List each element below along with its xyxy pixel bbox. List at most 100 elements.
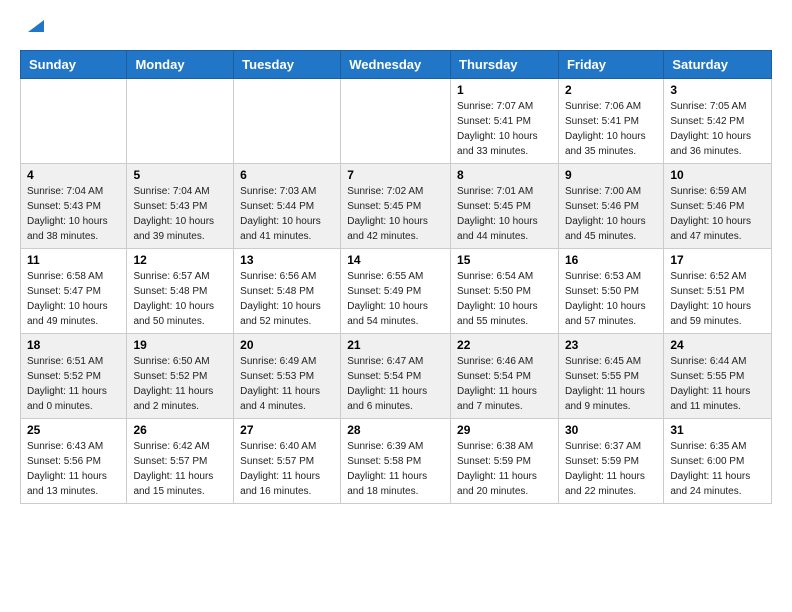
calendar-cell xyxy=(234,79,341,164)
calendar-cell: 30 Sunrise: 6:37 AMSunset: 5:59 PMDayligh… xyxy=(558,419,663,504)
day-info: Sunrise: 6:52 AMSunset: 5:51 PMDaylight:… xyxy=(670,269,765,329)
calendar-cell: 24 Sunrise: 6:44 AMSunset: 5:55 PMDayligh… xyxy=(664,334,772,419)
day-info: Sunrise: 7:03 AMSunset: 5:44 PMDaylight:… xyxy=(240,184,334,244)
logo xyxy=(20,16,50,40)
day-info: Sunrise: 7:01 AMSunset: 5:45 PMDaylight:… xyxy=(457,184,552,244)
day-number: 8 xyxy=(457,168,552,182)
weekday-header-sunday: Sunday xyxy=(21,51,127,79)
day-info: Sunrise: 6:47 AMSunset: 5:54 PMDaylight:… xyxy=(347,354,444,414)
calendar-cell: 11Sunrise: 6:58 AMSunset: 5:47 PMDayligh… xyxy=(21,249,127,334)
calendar-cell: 22 Sunrise: 6:46 AMSunset: 5:54 PMDayligh… xyxy=(451,334,559,419)
day-info: Sunrise: 6:56 AMSunset: 5:48 PMDaylight:… xyxy=(240,269,334,329)
day-info: Sunrise: 7:04 AMSunset: 5:43 PMDaylight:… xyxy=(27,184,120,244)
calendar-cell: 13 Sunrise: 6:56 AMSunset: 5:48 PMDayligh… xyxy=(234,249,341,334)
day-number: 24 xyxy=(670,338,765,352)
logo-area xyxy=(20,16,50,40)
day-number: 30 xyxy=(565,423,657,437)
page: SundayMondayTuesdayWednesdayThursdayFrid… xyxy=(0,0,792,520)
day-info: Sunrise: 6:44 AMSunset: 5:55 PMDaylight:… xyxy=(670,354,765,414)
day-number: 1 xyxy=(457,83,552,97)
calendar-cell: 15Sunrise: 6:54 AMSunset: 5:50 PMDayligh… xyxy=(451,249,559,334)
day-info: Sunrise: 6:35 AMSunset: 6:00 PMDaylight:… xyxy=(670,439,765,499)
calendar-cell: 17 Sunrise: 6:52 AMSunset: 5:51 PMDayligh… xyxy=(664,249,772,334)
calendar-cell: 8 Sunrise: 7:01 AMSunset: 5:45 PMDaylight… xyxy=(451,164,559,249)
day-info: Sunrise: 6:38 AMSunset: 5:59 PMDaylight:… xyxy=(457,439,552,499)
day-number: 19 xyxy=(133,338,227,352)
calendar-cell xyxy=(341,79,451,164)
weekday-header-thursday: Thursday xyxy=(451,51,559,79)
day-number: 11 xyxy=(27,253,120,267)
day-number: 26 xyxy=(133,423,227,437)
day-info: Sunrise: 6:55 AMSunset: 5:49 PMDaylight:… xyxy=(347,269,444,329)
day-info: Sunrise: 7:02 AMSunset: 5:45 PMDaylight:… xyxy=(347,184,444,244)
calendar-cell: 2 Sunrise: 7:06 AMSunset: 5:41 PMDaylight… xyxy=(558,79,663,164)
day-info: Sunrise: 7:06 AMSunset: 5:41 PMDaylight:… xyxy=(565,99,657,159)
day-number: 22 xyxy=(457,338,552,352)
day-number: 28 xyxy=(347,423,444,437)
calendar-week-row: 25Sunrise: 6:43 AMSunset: 5:56 PMDayligh… xyxy=(21,419,772,504)
day-info: Sunrise: 6:49 AMSunset: 5:53 PMDaylight:… xyxy=(240,354,334,414)
day-number: 9 xyxy=(565,168,657,182)
calendar-week-row: 18 Sunrise: 6:51 AMSunset: 5:52 PMDayligh… xyxy=(21,334,772,419)
calendar-cell: 12Sunrise: 6:57 AMSunset: 5:48 PMDayligh… xyxy=(127,249,234,334)
day-info: Sunrise: 6:59 AMSunset: 5:46 PMDaylight:… xyxy=(670,184,765,244)
calendar-week-row: 1Sunrise: 7:07 AMSunset: 5:41 PMDaylight… xyxy=(21,79,772,164)
weekday-header-saturday: Saturday xyxy=(664,51,772,79)
day-info: Sunrise: 7:05 AMSunset: 5:42 PMDaylight:… xyxy=(670,99,765,159)
calendar-cell: 27 Sunrise: 6:40 AMSunset: 5:57 PMDayligh… xyxy=(234,419,341,504)
day-info: Sunrise: 6:53 AMSunset: 5:50 PMDaylight:… xyxy=(565,269,657,329)
calendar-cell: 19Sunrise: 6:50 AMSunset: 5:52 PMDayligh… xyxy=(127,334,234,419)
day-number: 13 xyxy=(240,253,334,267)
day-number: 5 xyxy=(133,168,227,182)
weekday-header-tuesday: Tuesday xyxy=(234,51,341,79)
calendar-cell: 7 Sunrise: 7:02 AMSunset: 5:45 PMDaylight… xyxy=(341,164,451,249)
day-number: 2 xyxy=(565,83,657,97)
calendar-cell: 3 Sunrise: 7:05 AMSunset: 5:42 PMDaylight… xyxy=(664,79,772,164)
day-number: 7 xyxy=(347,168,444,182)
day-number: 17 xyxy=(670,253,765,267)
calendar-cell: 21 Sunrise: 6:47 AMSunset: 5:54 PMDayligh… xyxy=(341,334,451,419)
weekday-header-monday: Monday xyxy=(127,51,234,79)
calendar-cell: 14 Sunrise: 6:55 AMSunset: 5:49 PMDayligh… xyxy=(341,249,451,334)
day-number: 20 xyxy=(240,338,334,352)
day-number: 4 xyxy=(27,168,120,182)
calendar-week-row: 4 Sunrise: 7:04 AMSunset: 5:43 PMDaylight… xyxy=(21,164,772,249)
calendar-header-row: SundayMondayTuesdayWednesdayThursdayFrid… xyxy=(21,51,772,79)
day-number: 10 xyxy=(670,168,765,182)
calendar-cell: 5 Sunrise: 7:04 AMSunset: 5:43 PMDaylight… xyxy=(127,164,234,249)
day-number: 14 xyxy=(347,253,444,267)
calendar-cell: 1Sunrise: 7:07 AMSunset: 5:41 PMDaylight… xyxy=(451,79,559,164)
calendar-cell xyxy=(21,79,127,164)
weekday-header-friday: Friday xyxy=(558,51,663,79)
day-info: Sunrise: 6:45 AMSunset: 5:55 PMDaylight:… xyxy=(565,354,657,414)
day-number: 18 xyxy=(27,338,120,352)
day-info: Sunrise: 6:40 AMSunset: 5:57 PMDaylight:… xyxy=(240,439,334,499)
day-number: 29 xyxy=(457,423,552,437)
header xyxy=(20,16,772,40)
day-info: Sunrise: 6:57 AMSunset: 5:48 PMDaylight:… xyxy=(133,269,227,329)
calendar-cell: 23Sunrise: 6:45 AMSunset: 5:55 PMDayligh… xyxy=(558,334,663,419)
day-number: 3 xyxy=(670,83,765,97)
calendar-cell: 20 Sunrise: 6:49 AMSunset: 5:53 PMDayligh… xyxy=(234,334,341,419)
day-info: Sunrise: 6:42 AMSunset: 5:57 PMDaylight:… xyxy=(133,439,227,499)
day-number: 31 xyxy=(670,423,765,437)
day-info: Sunrise: 7:00 AMSunset: 5:46 PMDaylight:… xyxy=(565,184,657,244)
logo-icon xyxy=(22,10,50,38)
calendar-cell: 26 Sunrise: 6:42 AMSunset: 5:57 PMDayligh… xyxy=(127,419,234,504)
day-info: Sunrise: 6:51 AMSunset: 5:52 PMDaylight:… xyxy=(27,354,120,414)
calendar-cell xyxy=(127,79,234,164)
calendar-cell: 28Sunrise: 6:39 AMSunset: 5:58 PMDayligh… xyxy=(341,419,451,504)
calendar-cell: 6 Sunrise: 7:03 AMSunset: 5:44 PMDaylight… xyxy=(234,164,341,249)
calendar-week-row: 11Sunrise: 6:58 AMSunset: 5:47 PMDayligh… xyxy=(21,249,772,334)
calendar-cell: 4 Sunrise: 7:04 AMSunset: 5:43 PMDaylight… xyxy=(21,164,127,249)
day-info: Sunrise: 6:46 AMSunset: 5:54 PMDaylight:… xyxy=(457,354,552,414)
calendar-cell: 9 Sunrise: 7:00 AMSunset: 5:46 PMDaylight… xyxy=(558,164,663,249)
calendar-cell: 31 Sunrise: 6:35 AMSunset: 6:00 PMDayligh… xyxy=(664,419,772,504)
day-number: 16 xyxy=(565,253,657,267)
day-number: 6 xyxy=(240,168,334,182)
day-info: Sunrise: 7:04 AMSunset: 5:43 PMDaylight:… xyxy=(133,184,227,244)
day-number: 27 xyxy=(240,423,334,437)
day-info: Sunrise: 6:37 AMSunset: 5:59 PMDaylight:… xyxy=(565,439,657,499)
day-number: 15 xyxy=(457,253,552,267)
day-number: 21 xyxy=(347,338,444,352)
